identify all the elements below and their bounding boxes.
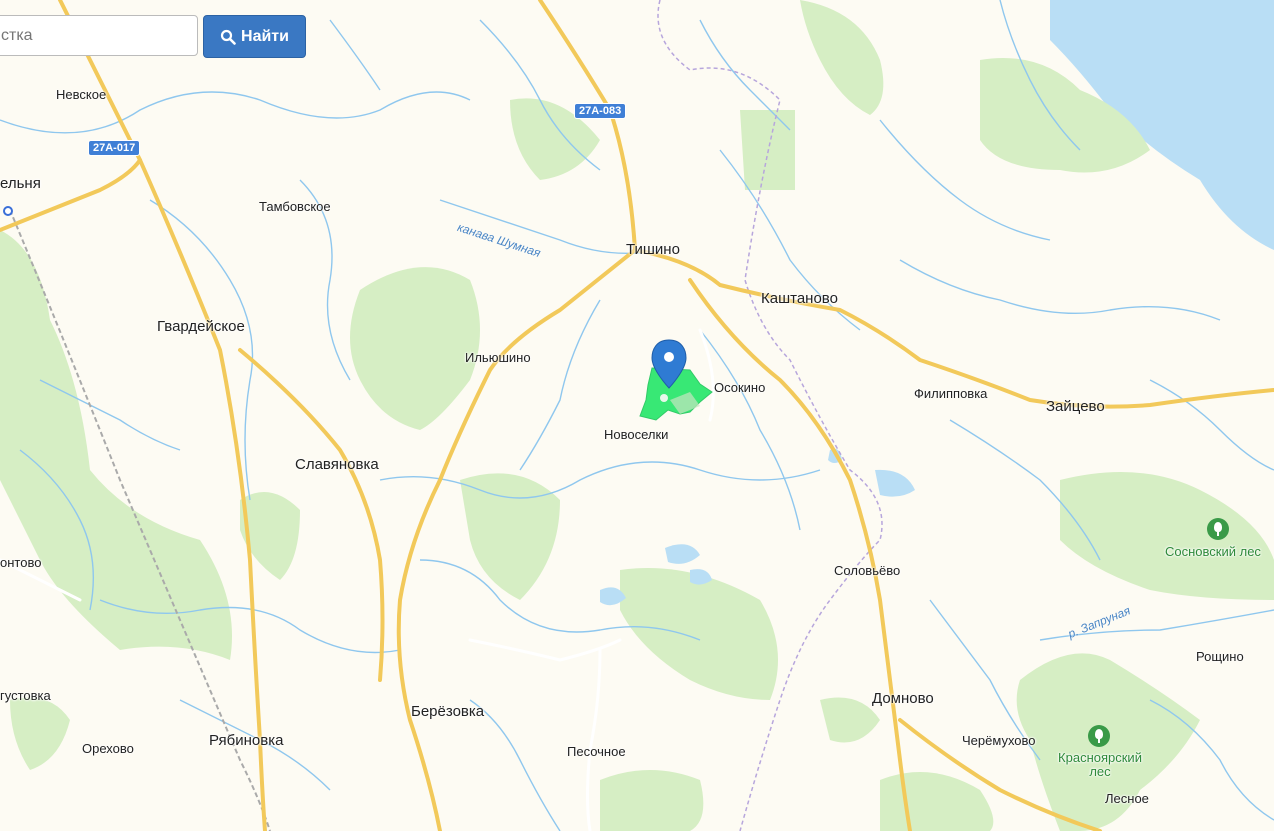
forest-icon[interactable] (1207, 518, 1229, 540)
place-label-gustovka: густовка (0, 688, 51, 703)
road-badge-27a-083: 27A-083 (574, 103, 627, 119)
place-label-gvardeyskoe: Гвардейское (157, 318, 245, 335)
place-label-novoselki: Новоселки (604, 427, 669, 442)
place-label-tambovskoe: Тамбовское (259, 199, 331, 214)
station-icon (3, 206, 13, 216)
place-label-filippovka: Филипповка (914, 386, 988, 401)
road-badge-27a-017: 27A-017 (88, 140, 141, 156)
place-label-solovevo: Соловьёво (834, 563, 901, 578)
place-label-kashtanovo: Каштаново (761, 290, 838, 307)
place-label-domnovo: Домново (872, 690, 934, 707)
place-label-osokino: Осокино (714, 380, 766, 395)
search-input[interactable] (0, 15, 198, 56)
forest-icon[interactable] (1088, 725, 1110, 747)
place-label-slavyanovka: Славяновка (295, 456, 379, 473)
place-label-ryabinovka: Рябиновка (209, 732, 284, 749)
search-icon (220, 29, 236, 45)
place-label-roshchino: Рощино (1196, 649, 1244, 664)
search-button-label: Найти (241, 27, 289, 45)
place-label-tishino: Тишино (626, 241, 680, 258)
place-label-beryozovka: Берёзовка (411, 703, 485, 720)
place-label-orekhovo: Орехово (82, 741, 134, 756)
place-label-lesnoe: Лесное (1105, 791, 1149, 806)
place-label-elnya: ельня (0, 175, 41, 192)
place-label-zaytsevo: Зайцево (1046, 398, 1105, 415)
forest-label-sosnovsky: Сосновский лес (1165, 544, 1261, 559)
place-label-nevskoe: Невское (56, 87, 107, 102)
place-label-ilyushino: Ильюшино (465, 350, 531, 365)
place-label-pesochnoe: Песочное (567, 744, 626, 759)
place-label-cheryomukhovo: Черёмухово (962, 733, 1036, 748)
search-button[interactable]: Найти (203, 15, 306, 58)
place-label-ontovo: онтово (0, 555, 42, 570)
map-canvas[interactable] (0, 0, 1274, 831)
forest-label-krasnoyarsky: Красноярский лес (1058, 750, 1142, 779)
